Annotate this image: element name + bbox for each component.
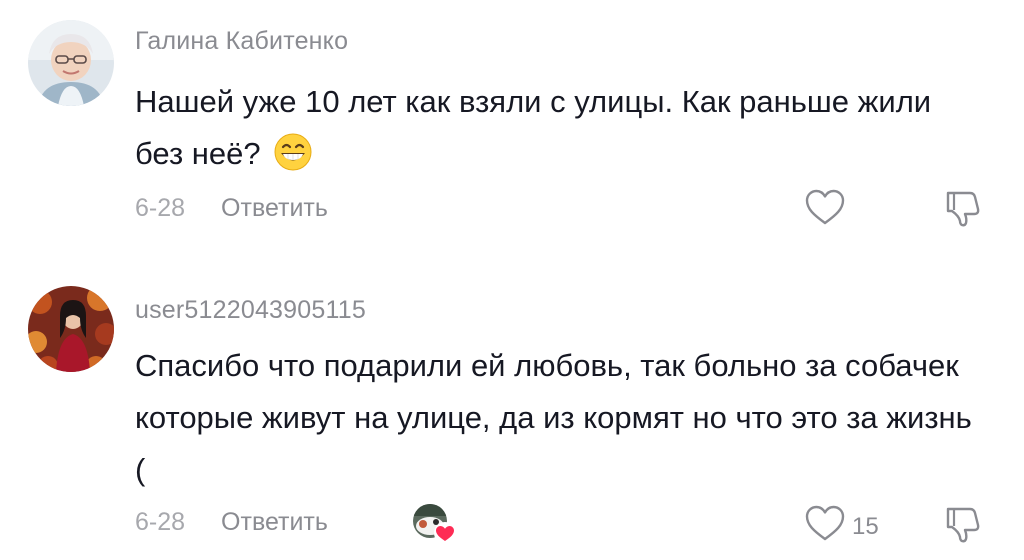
creator-liked-badge — [412, 502, 458, 546]
dislike-button[interactable] — [940, 504, 984, 549]
like-button[interactable]: 15 — [804, 504, 879, 549]
creator-liked-heart-icon — [434, 522, 456, 544]
avatar[interactable] — [28, 286, 114, 372]
like-button[interactable] — [804, 188, 846, 233]
avatar[interactable] — [28, 20, 114, 106]
comment-username[interactable]: Галина Кабитенко — [135, 27, 348, 56]
comment-date: 6-28 — [135, 507, 186, 536]
comment-text: Нашей уже 10 лет как взяли с улицы. Как … — [135, 76, 985, 188]
like-count: 15 — [852, 512, 879, 540]
comment-date: 6-28 — [135, 193, 186, 222]
grinning-emoji-icon — [273, 132, 313, 188]
comment-text: Спасибо что подарили ей любовь, так боль… — [135, 348, 972, 487]
reply-button[interactable]: Ответить — [221, 508, 328, 537]
heart-outline-icon — [804, 188, 846, 233]
heart-outline-icon — [804, 504, 846, 549]
dislike-icon — [940, 507, 984, 548]
comment-meta: 6-28 Ответить — [135, 188, 328, 228]
comment-item: Галина Кабитенко Нашей уже 10 лет как вз… — [0, 0, 1024, 270]
comment-item: user5122043905115 Спасибо что подарили е… — [0, 270, 1024, 560]
dislike-icon — [940, 191, 984, 232]
comment-username[interactable]: user5122043905115 — [135, 296, 366, 325]
reply-button[interactable]: Ответить — [221, 194, 328, 223]
comment-text-content: Нашей уже 10 лет как взяли с улицы. Как … — [135, 84, 932, 171]
comment-meta: 6-28 Ответить — [135, 502, 328, 542]
dislike-button[interactable] — [940, 188, 984, 233]
